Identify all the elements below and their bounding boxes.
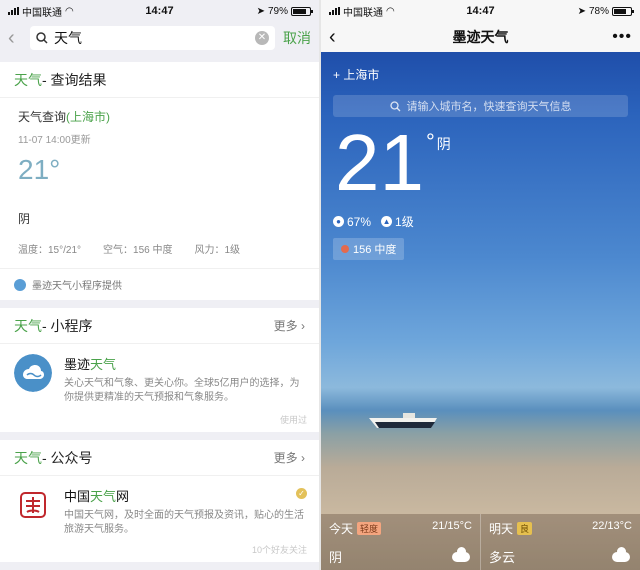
account-name: 中国天气网 <box>64 489 130 504</box>
cancel-button[interactable]: 取消 <box>283 28 311 48</box>
temp-value: 21 <box>335 118 424 207</box>
location-icon: ➤ <box>577 5 586 17</box>
humidity-icon: ● <box>333 216 344 227</box>
aqi-badge[interactable]: 156 中度 <box>333 238 405 260</box>
update-time: 11-07 14:00更新 <box>18 135 91 146</box>
wechat-search-screen: 中国联通 ◠ 14:47 ➤ 79% ‹ 天气 ✕ 取消 天气 - 查询结果 天气查… <box>0 0 319 570</box>
temp-range: 22/13°C <box>592 520 632 532</box>
aqi-level-badge: 良 <box>517 522 533 535</box>
status-bar: 中国联通 ◠ 14:47 ➤ 79% <box>0 0 319 22</box>
cloud-icon <box>452 547 470 562</box>
clear-icon[interactable]: ✕ <box>255 31 269 45</box>
query-title: 天气查询(上海市) <box>18 108 305 125</box>
air-quality: 空气：156 中度 <box>103 245 173 256</box>
keyword: 天气 <box>14 449 42 466</box>
section-title: 天气 - 小程序 更多 › <box>0 308 319 344</box>
page-title: 墨迹天气 <box>452 29 509 45</box>
keyword: 天气 <box>14 317 42 334</box>
signal-icon <box>329 7 340 15</box>
section-label: - 公众号 <box>42 449 93 466</box>
section-label: - 小程序 <box>42 317 93 334</box>
temp-range: 温度：15°/21° <box>18 245 82 256</box>
forecast-bar: 今天 轻度 21/15°C 阴 明天良 22/13°C 多云 <box>321 514 640 570</box>
aqi-value: 156 中度 <box>353 244 397 256</box>
current-temp: 21° <box>18 154 61 185</box>
forecast-today[interactable]: 今天 轻度 21/15°C 阴 <box>321 514 480 570</box>
search-placeholder: 请输入城市名，快速查询天气信息 <box>406 101 572 113</box>
status-bar: 中国联通 ◠ 14:47 ➤ 78% <box>321 0 640 22</box>
city-name: 上海市 <box>343 68 380 82</box>
section-title: 天气 - 公众号 更多 › <box>0 440 319 476</box>
more-link[interactable]: 更多 › <box>274 449 305 466</box>
weather-stats: ● 67% ▲ 1级 <box>321 213 640 230</box>
back-icon[interactable]: ‹ <box>329 26 336 49</box>
aqi-level-badge: 轻度 <box>357 522 382 535</box>
current-condition: 阴 <box>436 136 451 152</box>
china-weather-logo <box>14 486 52 524</box>
mini-program-card: 天气 - 小程序 更多 › 墨迹天气 关心天气和气象、更关心你。全球5亿用户的选择… <box>0 308 319 432</box>
temp-range: 21/15°C <box>432 520 472 532</box>
mini-program-desc: 关心天气和气象、更关心你。全球5亿用户的选择，为你提供更精准的天气预报和气象服务… <box>64 378 300 403</box>
provider-line[interactable]: 墨迹天气小程序提供 <box>0 268 319 300</box>
city-search-input[interactable]: 请输入城市名，快速查询天气信息 <box>333 95 628 117</box>
official-account-card: 天气 - 公众号 更多 › 中国天气网 中国天气网，及时全面的天气预报及资讯，贴心… <box>0 440 319 562</box>
used-tag: 使用过 <box>279 415 307 425</box>
more-link[interactable]: 更多 › <box>274 317 305 334</box>
verified-icon: ✓ <box>296 488 307 499</box>
aqi-icon <box>341 245 349 253</box>
humidity: ● 67% <box>333 213 371 230</box>
condition: 阴 <box>18 212 31 226</box>
moji-weather-logo <box>14 354 52 392</box>
official-account-item[interactable]: 中国天气网 中国天气网，及时全面的天气预报及资讯，贴心的生活旅游天气服务。 ✓ … <box>0 476 319 562</box>
provider-text: 墨迹天气小程序提供 <box>32 281 122 292</box>
back-icon[interactable]: ‹ <box>8 27 22 50</box>
moji-mini-icon <box>14 278 26 291</box>
boat-image <box>369 413 437 428</box>
search-bar: ‹ 天气 ✕ 取消 <box>0 22 319 54</box>
search-icon <box>389 100 400 111</box>
forecast-condition: 多云 <box>489 550 516 565</box>
wind-icon: ▲ <box>381 216 393 227</box>
day-label: 今天 <box>329 522 354 536</box>
wifi-icon: ◠ <box>65 5 74 17</box>
weather-result-card[interactable]: 天气 - 查询结果 天气查询(上海市) 11-07 14:00更新 21° 阴 … <box>0 62 319 300</box>
section-title: 天气 - 查询结果 <box>0 62 319 98</box>
account-desc: 中国天气网，及时全面的天气预报及资讯，贴心的生活旅游天气服务。 <box>64 510 304 535</box>
search-query: 天气 <box>54 30 82 46</box>
battery-percent: 79% <box>267 5 288 17</box>
wind-level: 风力：1级 <box>194 245 241 256</box>
battery-percent: 78% <box>588 5 609 17</box>
followers-tag: 10个好友关注 <box>251 545 307 555</box>
wind: ▲ 1级 <box>381 215 414 229</box>
search-input[interactable]: 天气 ✕ <box>30 26 275 50</box>
moji-weather-screen: 中国联通 ◠ 14:47 ➤ 78% ‹ 墨迹天气 ••• + 上海市 请输入城市名… <box>321 0 640 570</box>
degree-symbol: ° <box>425 129 435 154</box>
keyword: 天气 <box>14 71 42 88</box>
query-label: 天气查询 <box>18 110 67 124</box>
section-label: - 查询结果 <box>42 71 107 88</box>
more-options-icon[interactable]: ••• <box>612 28 632 46</box>
current-temperature: 21 ° 阴 <box>321 123 640 203</box>
location-icon: ➤ <box>256 5 265 17</box>
battery-icon <box>291 6 313 16</box>
battery-icon <box>612 6 634 16</box>
day-label: 明天 <box>489 522 514 536</box>
partly-cloudy-icon <box>612 547 630 562</box>
mini-program-name: 墨迹天气 <box>64 357 117 372</box>
carrier: 中国联通 <box>343 7 383 19</box>
signal-icon <box>8 7 19 15</box>
search-icon <box>36 32 48 44</box>
add-city-icon: + <box>333 68 341 82</box>
city-selector[interactable]: + 上海市 <box>321 52 640 89</box>
mini-program-item[interactable]: 墨迹天气 关心天气和气象、更关心你。全球5亿用户的选择，为你提供更精准的天气预报… <box>0 344 319 432</box>
carrier: 中国联通 <box>22 7 62 19</box>
forecast-condition: 阴 <box>329 550 343 565</box>
forecast-tomorrow[interactable]: 明天良 22/13°C 多云 <box>480 514 640 570</box>
query-city: (上海市) <box>66 110 111 124</box>
nav-bar: ‹ 墨迹天气 ••• <box>321 22 640 52</box>
wifi-icon: ◠ <box>386 5 395 17</box>
